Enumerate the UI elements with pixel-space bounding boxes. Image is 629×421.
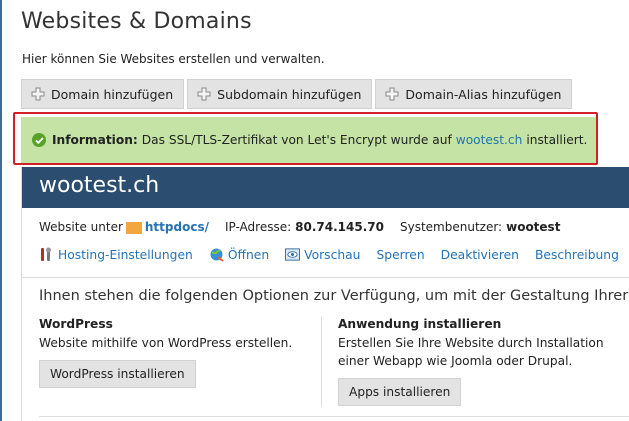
wordpress-description: Website mithilfe von WordPress erstellen… bbox=[39, 336, 293, 350]
apps-description-line2: einer Webapp wie Joomla oder Drupal. bbox=[338, 354, 573, 368]
apps-section: Anwendung installieren Erstellen Sie Ihr… bbox=[338, 317, 604, 406]
globe-icon bbox=[209, 247, 224, 262]
hosting-settings-label: Hosting-Einstellungen bbox=[58, 247, 193, 262]
open-link[interactable]: Öffnen bbox=[209, 247, 269, 262]
column-separator bbox=[321, 317, 322, 407]
add-subdomain-button[interactable]: Subdomain hinzufügen bbox=[187, 79, 373, 109]
left-edge-bar bbox=[0, 0, 2, 421]
bottom-divider bbox=[39, 416, 629, 417]
add-domain-alias-button[interactable]: Domain-Alias hinzufügen bbox=[375, 79, 573, 109]
wordpress-title: WordPress bbox=[39, 317, 113, 331]
site-name[interactable]: wootest.ch bbox=[39, 173, 159, 198]
docroot-link[interactable]: httpdocs/ bbox=[145, 220, 209, 234]
wordpress-section: WordPress Website mithilfe von WordPress… bbox=[39, 317, 292, 388]
apps-title: Anwendung installieren bbox=[338, 317, 502, 331]
page-description: Hier können Sie Websites erstellen und v… bbox=[22, 52, 325, 66]
description-label: Beschreibung bbox=[534, 247, 619, 262]
plus-icon bbox=[31, 87, 45, 101]
preview-link[interactable]: Vorschau bbox=[285, 247, 360, 262]
deactivate-link[interactable]: Deaktivieren bbox=[441, 247, 519, 262]
folder-icon bbox=[125, 222, 142, 234]
suspend-link[interactable]: Sperren bbox=[376, 247, 424, 262]
preview-icon bbox=[285, 247, 301, 262]
plus-icon bbox=[385, 87, 399, 101]
wrench-icon bbox=[39, 247, 54, 262]
website-under-label: Website unter bbox=[39, 220, 123, 234]
site-header: wootest.ch bbox=[22, 167, 629, 208]
site-actions: Hosting-Einstellungen Öffnen Vorschau Sp… bbox=[39, 247, 629, 262]
add-domain-button[interactable]: Domain hinzufügen bbox=[21, 79, 185, 109]
description-link[interactable]: Beschreibung bbox=[535, 247, 619, 262]
options-heading: Ihnen stehen die folgenden Optionen zur … bbox=[39, 288, 629, 304]
deactivate-label: Deaktivieren bbox=[440, 247, 519, 262]
preview-label: Vorschau bbox=[304, 247, 361, 262]
suspend-label: Sperren bbox=[376, 247, 425, 262]
apps-description-line1: Erstellen Sie Ihre Website durch Install… bbox=[338, 336, 604, 350]
page-title: Websites & Domains bbox=[21, 9, 252, 34]
install-apps-button[interactable]: Apps installieren bbox=[338, 378, 462, 406]
toolbar: Domain hinzufügen Subdomain hinzufügen D… bbox=[21, 79, 573, 109]
install-wordpress-button[interactable]: WordPress installieren bbox=[39, 360, 196, 388]
add-domain-label: Domain hinzufügen bbox=[51, 86, 174, 102]
system-user-value: wootest bbox=[506, 220, 561, 234]
hosting-settings-link[interactable]: Hosting-Einstellungen bbox=[39, 247, 193, 262]
site-meta: Website unter httpdocs/ IP-Adresse: 80.7… bbox=[39, 220, 560, 234]
add-subdomain-label: Subdomain hinzufügen bbox=[217, 86, 362, 102]
site-card: wootest.ch Website unter httpdocs/ IP-Ad… bbox=[21, 167, 629, 421]
ip-value: 80.74.145.70 bbox=[295, 220, 384, 234]
add-domain-alias-label: Domain-Alias hinzufügen bbox=[405, 86, 562, 102]
ip-label: IP-Adresse: bbox=[224, 220, 292, 234]
system-user-label: Systembenutzer: bbox=[399, 220, 503, 234]
plus-icon bbox=[197, 87, 211, 101]
highlight-frame bbox=[13, 112, 598, 165]
divider bbox=[22, 277, 629, 278]
open-label: Öffnen bbox=[227, 247, 270, 262]
